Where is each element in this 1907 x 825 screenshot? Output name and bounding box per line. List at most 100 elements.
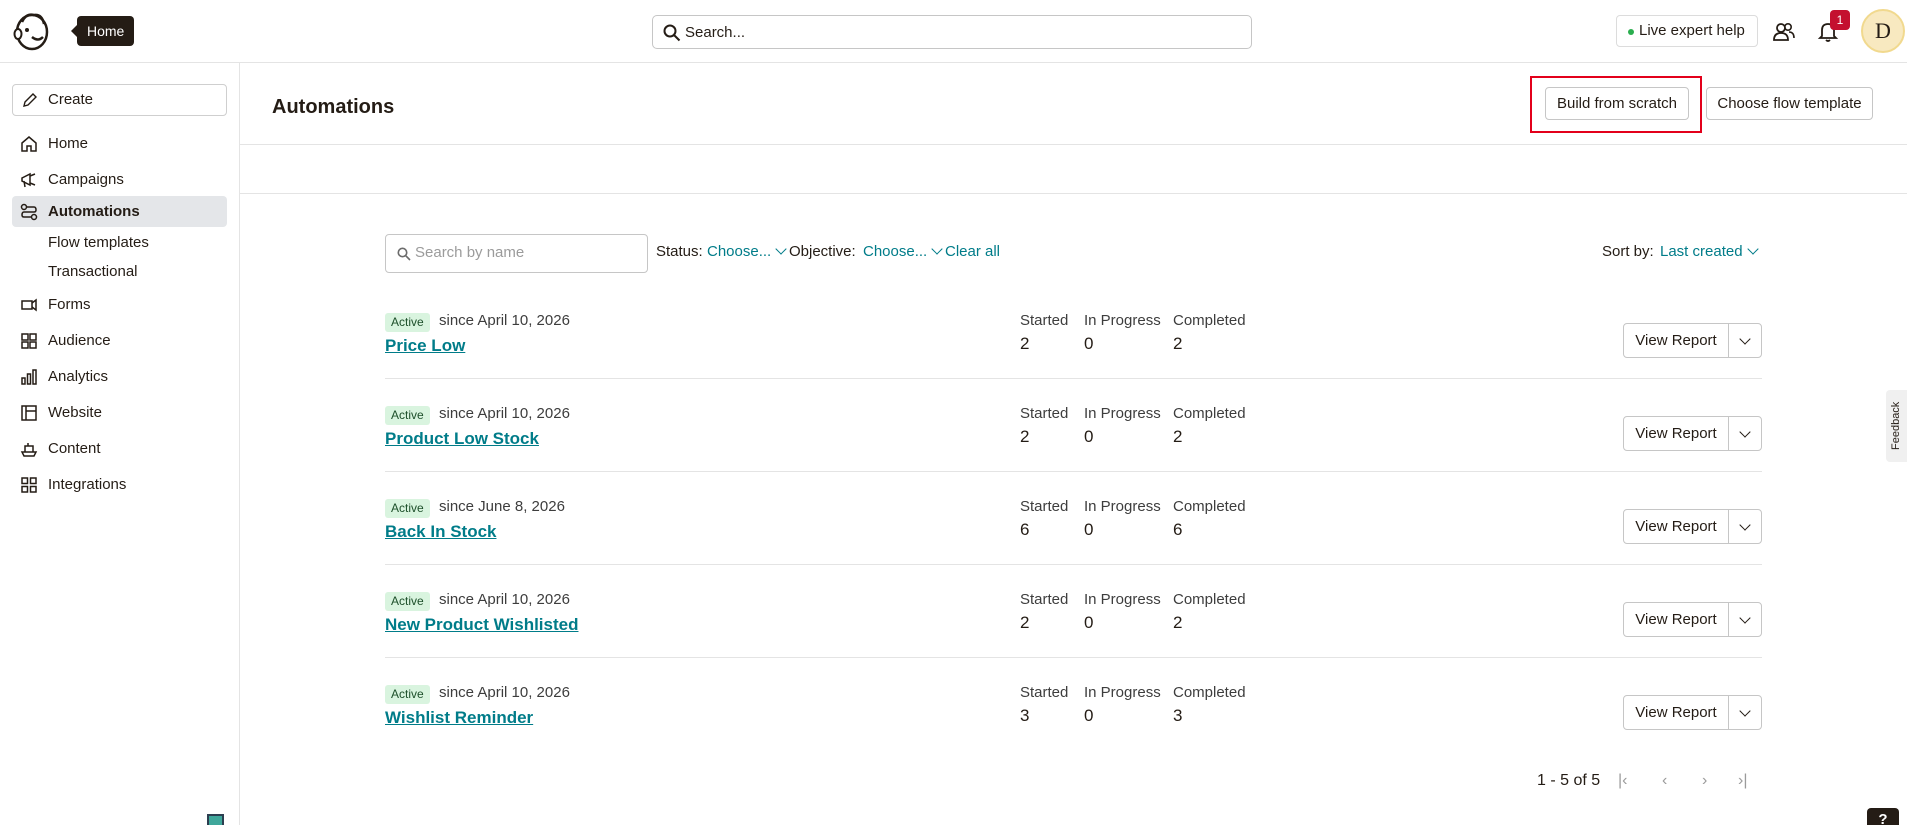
search-by-name-input[interactable] [385,234,648,273]
sidebar-item-automations[interactable]: Automations [12,196,227,227]
help-button[interactable]: ? [1867,808,1899,825]
started-value: 2 [1020,427,1030,446]
people-icon[interactable] [1773,21,1795,43]
sidebar-subitem-transactional[interactable]: Transactional [48,263,138,280]
in-progress-label: In Progress [1084,312,1161,329]
completed-label: Completed [1173,591,1246,608]
sort-by-dropdown[interactable]: Last created [1660,243,1759,260]
sidebar-item-website[interactable]: Website [12,397,227,428]
status-badge: Active [385,313,430,332]
first-page-button[interactable]: |‹ [1618,772,1627,790]
sidebar-item-analytics[interactable]: Analytics [12,361,227,392]
started-label: Started [1020,312,1069,329]
status-filter-dropdown[interactable]: Choose... [707,243,787,260]
feedback-label: Feedback [1890,401,1902,450]
chevron-down-icon [1739,519,1751,531]
started-label: Started [1020,498,1069,515]
sidebar-item-label: Website [48,404,102,421]
view-report-button[interactable]: View Report [1623,695,1729,730]
started-label: Started [1020,591,1069,608]
status-badge: Active [385,499,430,518]
sidebar-item-integrations[interactable]: Integrations [12,469,227,500]
search-by-name-field[interactable] [415,244,635,261]
started-value: 6 [1020,520,1030,539]
objective-filter-label: Objective: [789,243,856,260]
row-divider [385,378,1762,379]
sidebar-item-content[interactable]: Content [12,433,227,464]
clear-all-link[interactable]: Clear all [945,243,1000,260]
extension-icon[interactable] [207,814,224,825]
pencil-icon [23,93,37,107]
flow-name-link[interactable]: Wishlist Reminder [385,708,533,728]
chevron-down-icon [1739,333,1751,345]
flow-row: Active since June 8, 2026 Back In Stock … [385,488,1762,581]
sidebar-item-forms[interactable]: Forms [12,289,227,320]
mailchimp-logo-icon[interactable] [12,10,52,52]
row-actions-dropdown[interactable] [1728,509,1762,544]
section-divider [240,193,1907,194]
flow-name-link[interactable]: Back In Stock [385,522,497,542]
create-button[interactable]: Create [12,84,227,116]
in-progress-value: 0 [1084,427,1094,446]
choose-flow-template-button[interactable]: Choose flow template [1706,87,1873,120]
sidebar-item-label: Integrations [48,476,127,493]
chevron-down-icon [1739,705,1751,717]
row-actions-dropdown[interactable] [1728,602,1762,637]
in-progress-value: 0 [1084,334,1094,353]
sidebar-item-campaigns[interactable]: Campaigns [12,164,227,195]
sidebar-item-label: Content [48,440,101,457]
started-label: Started [1020,405,1069,422]
row-divider [385,564,1762,565]
completed-label: Completed [1173,498,1246,515]
in-progress-label: In Progress [1084,498,1161,515]
sidebar-item-home[interactable]: Home [12,128,227,159]
top-bar: Home Search... Live expert help 1 D [0,0,1907,63]
previous-page-button[interactable]: ‹ [1662,772,1667,790]
home-icon [21,136,37,152]
view-report-button[interactable]: View Report [1623,416,1729,451]
view-report-button[interactable]: View Report [1623,509,1729,544]
live-expert-help-button[interactable]: Live expert help [1616,15,1758,47]
row-actions-dropdown[interactable] [1728,416,1762,451]
user-avatar[interactable]: D [1861,9,1905,53]
flow-name-link[interactable]: Product Low Stock [385,429,539,449]
sidebar-item-label: Analytics [48,368,109,385]
view-report-button[interactable]: View Report [1623,323,1729,358]
in-progress-label: In Progress [1084,684,1161,701]
status-filter-label: Status: [656,243,703,260]
chevron-down-icon [775,243,787,255]
home-tooltip: Home [70,16,135,46]
row-actions-dropdown[interactable] [1728,695,1762,730]
next-page-button[interactable]: › [1702,772,1707,790]
completed-label: Completed [1173,312,1246,329]
status-badge: Active [385,592,430,611]
objective-filter-dropdown[interactable]: Choose... [863,243,943,260]
flow-name-link[interactable]: Price Low [385,336,465,356]
status-badge: Active [385,406,430,425]
completed-value: 3 [1173,706,1183,725]
create-label: Create [48,91,94,108]
page-title: Automations [272,96,395,118]
notification-count-badge: 1 [1830,10,1850,30]
search-icon [663,24,681,42]
view-report-button[interactable]: View Report [1623,602,1729,637]
chevron-down-icon [1739,612,1751,624]
flow-name-link[interactable]: New Product Wishlisted [385,615,578,635]
row-actions-dropdown[interactable] [1728,323,1762,358]
sidebar-item-label: Home [48,135,89,152]
completed-value: 6 [1173,520,1183,539]
started-value: 2 [1020,334,1030,353]
active-since-text: since April 10, 2026 [439,591,570,608]
global-search-input[interactable]: Search... [652,15,1252,49]
chevron-down-icon [1739,426,1751,438]
active-since-text: since April 10, 2026 [439,405,570,422]
completed-value: 2 [1173,613,1183,632]
sidebar-subitem-flow-templates[interactable]: Flow templates [48,234,149,251]
megaphone-icon [21,172,36,188]
flow-row: Active since April 10, 2026 Price Low St… [385,302,1762,395]
build-from-scratch-button[interactable]: Build from scratch [1545,87,1689,120]
last-page-button[interactable]: ›| [1738,772,1747,790]
feedback-tab[interactable]: Feedback [1886,390,1907,462]
sidebar-item-audience[interactable]: Audience [12,325,227,356]
grid-icon [21,477,37,493]
